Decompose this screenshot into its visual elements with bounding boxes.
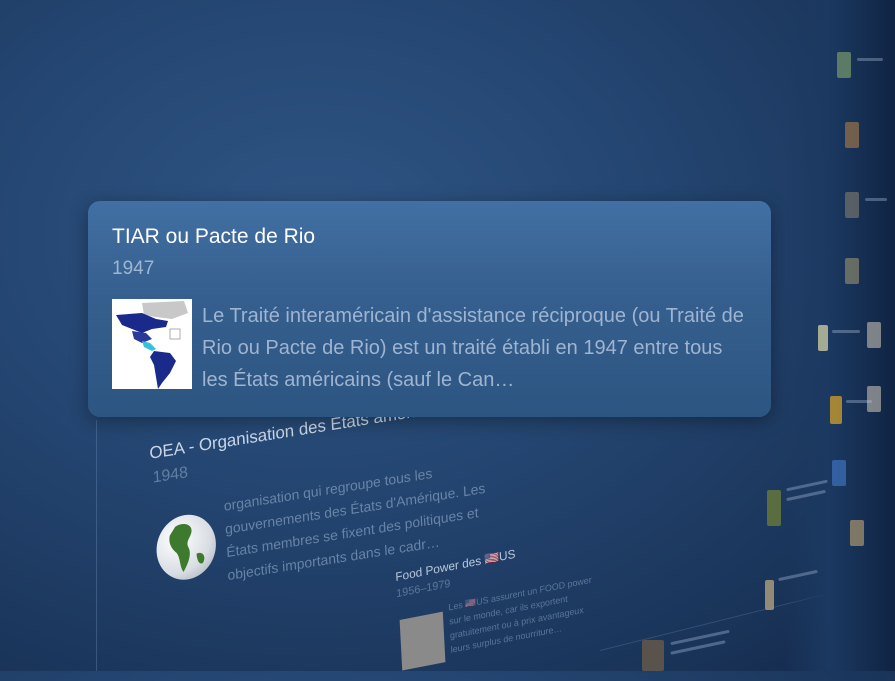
event-thumbnail[interactable]: [867, 322, 881, 348]
event-year: 1948: [152, 464, 189, 487]
event-thumbnail[interactable]: [818, 325, 828, 351]
event-thumbnail[interactable]: [767, 490, 781, 526]
event-thumbnail[interactable]: [845, 258, 859, 284]
event-thumbnail[interactable]: [845, 122, 859, 148]
event-thumbnail[interactable]: [845, 192, 859, 218]
event-thumbnail[interactable]: [837, 52, 851, 78]
event-thumbnail[interactable]: [830, 396, 842, 424]
event-text: [865, 198, 887, 201]
event-year: 1947: [112, 258, 155, 279]
timeline-guide: [96, 420, 97, 671]
event-title: TIAR ou Pacte de Rio: [112, 225, 316, 248]
event-text: [846, 400, 872, 403]
event-description: Les 🇺🇸US assurent un FOOD power sur le m…: [448, 574, 592, 655]
event-thumbnail[interactable]: [832, 460, 846, 486]
americas-map-icon: [112, 299, 192, 389]
event-text: [857, 58, 883, 61]
event-thumbnail[interactable]: [867, 386, 881, 412]
event-text: [832, 330, 860, 333]
event-description: Le Traité interaméricain d'assistance ré…: [202, 305, 744, 391]
timeline-wall: [785, 0, 895, 671]
event-card-tiar[interactable]: TIAR ou Pacte de Rio 1947 Le Traité inte…: [88, 201, 771, 417]
event-thumbnail[interactable]: [642, 640, 664, 671]
globe-americas-icon: [154, 510, 218, 585]
event-thumbnail[interactable]: [765, 580, 774, 610]
event-thumbnail[interactable]: [850, 520, 864, 546]
event-thumbnail: [399, 611, 446, 671]
